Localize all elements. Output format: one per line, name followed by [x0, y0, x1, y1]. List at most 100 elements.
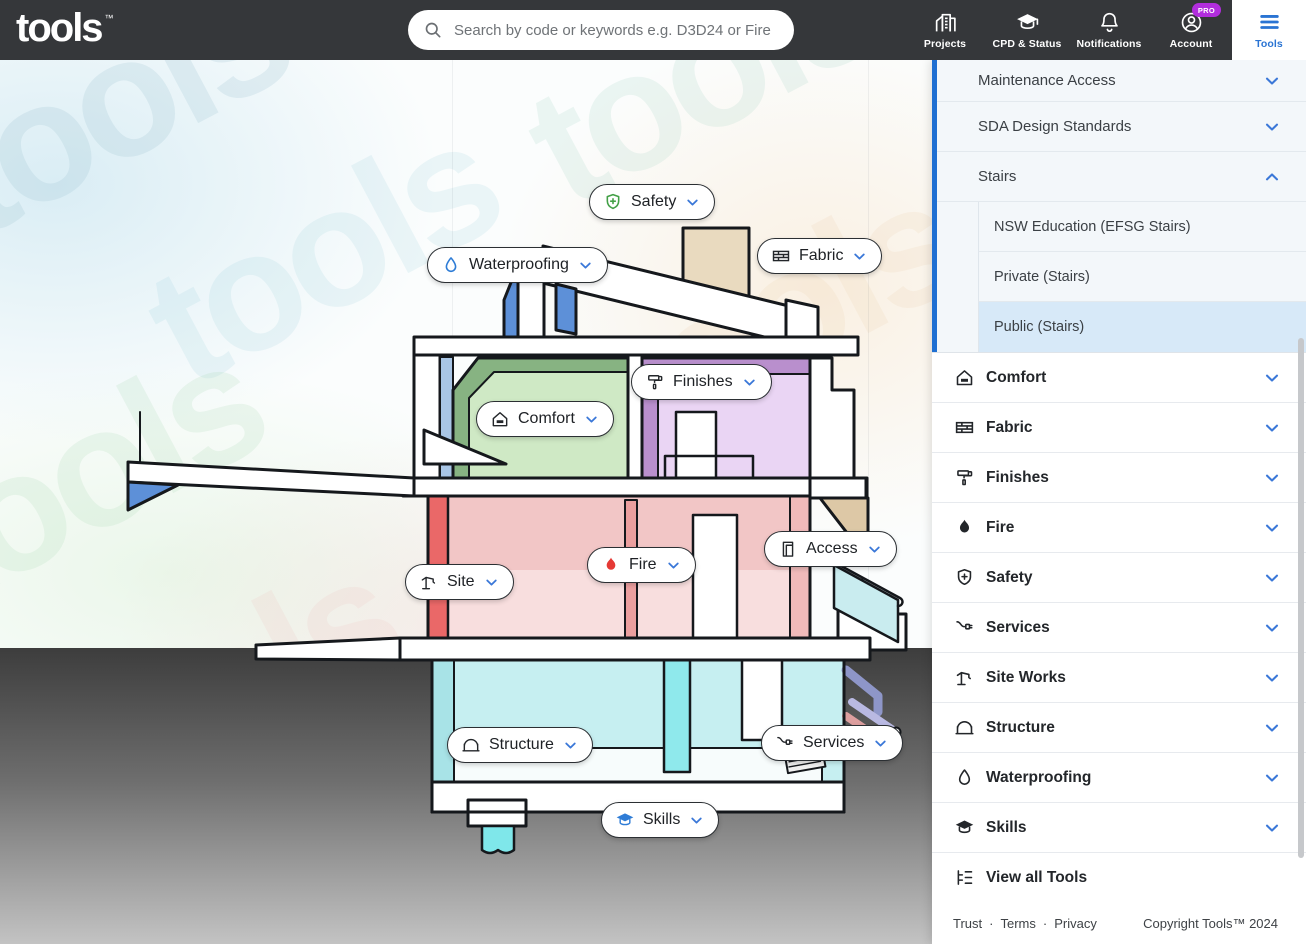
- droplet-icon: [958, 769, 971, 785]
- sidebar-item-services[interactable]: Services: [932, 603, 1306, 653]
- sidebar-item-stairs[interactable]: Stairs: [932, 152, 1306, 202]
- pro-badge: PRO: [1191, 3, 1221, 17]
- sidebar-item-structure[interactable]: Structure: [932, 703, 1306, 753]
- flame-icon: [606, 557, 616, 570]
- plug-icon: [956, 621, 973, 630]
- chevron-down-icon: [1265, 374, 1279, 382]
- map-pill-access[interactable]: Access: [764, 531, 897, 567]
- map-pill-access-label: Access: [806, 540, 858, 557]
- footer-copyright: Copyright Tools™ 2024: [1143, 915, 1278, 931]
- droplet-icon: [445, 257, 457, 273]
- nav-tools[interactable]: Tools: [1232, 0, 1306, 60]
- map-pill-comfort-label: Comfort: [518, 410, 575, 427]
- map-pill-services-label: Services: [803, 734, 865, 751]
- sidebar-item-label: Maintenance Access: [978, 72, 1116, 89]
- sidebar-item-fire[interactable]: Fire: [932, 503, 1306, 553]
- paint-roller-icon: [648, 375, 663, 390]
- sidebar-expanded-group: Maintenance Access SDA Design Standards …: [932, 60, 1306, 353]
- footer-link-trust[interactable]: Trust: [953, 916, 982, 931]
- footer-links: Trust · Terms · Privacy: [953, 916, 1097, 931]
- chevron-down-icon: [580, 262, 591, 269]
- nav-account[interactable]: PRO Account: [1150, 0, 1232, 60]
- chevron-down-icon: [485, 579, 497, 586]
- map-pill-structure[interactable]: Structure: [447, 727, 593, 763]
- sidebar-item-skills[interactable]: Skills: [932, 803, 1306, 853]
- map-pill-safety[interactable]: Safety: [589, 184, 716, 220]
- chevron-down-icon: [1265, 624, 1279, 632]
- app-root: tools™ Projects CPD & Status Notificatio…: [0, 0, 1306, 944]
- map-pill-finishes[interactable]: Finishes: [631, 364, 772, 400]
- chevron-down-icon: [1265, 123, 1279, 131]
- chevron-up-icon: [1265, 172, 1279, 180]
- sidebar-subitem-public-stairs[interactable]: Public (Stairs): [978, 302, 1306, 352]
- logo-trademark: ™: [104, 13, 114, 23]
- search-input[interactable]: [452, 20, 779, 40]
- sidebar-item-label: Skills: [986, 818, 1027, 836]
- sidebar-scrollbar-thumb[interactable]: [1298, 338, 1304, 858]
- sidebar-item-maintenance-access[interactable]: Maintenance Access: [932, 60, 1306, 102]
- logo[interactable]: tools ™: [16, 8, 114, 48]
- crane-icon: [956, 671, 971, 686]
- door-icon: [782, 541, 794, 557]
- footer-link-privacy[interactable]: Privacy: [1054, 916, 1097, 931]
- map-pill-site[interactable]: Site: [405, 564, 514, 600]
- map-pill-safety-label: Safety: [631, 193, 677, 210]
- chevron-down-icon: [1265, 77, 1279, 85]
- nav-cpd-status[interactable]: CPD & Status: [986, 0, 1068, 60]
- sidebar-item-site-works[interactable]: Site Works: [932, 653, 1306, 703]
- sidebar-item-comfort[interactable]: Comfort: [932, 353, 1306, 403]
- bricks-icon: [955, 421, 974, 434]
- tree-list-icon: [957, 870, 973, 885]
- sidebar-item-fabric[interactable]: Fabric: [932, 403, 1306, 453]
- map-pill-waterproofing[interactable]: Waterproofing: [427, 247, 608, 283]
- sidebar-subitem-private-stairs[interactable]: Private (Stairs): [978, 252, 1306, 302]
- map-pill-services[interactable]: Services: [761, 725, 904, 761]
- search-icon: [425, 22, 441, 38]
- nav-notifications[interactable]: Notifications: [1068, 0, 1150, 60]
- sidebar-item-safety[interactable]: Safety: [932, 553, 1306, 603]
- bridge-icon: [955, 721, 974, 735]
- sidebar-item-label: Site Works: [986, 668, 1066, 686]
- nav-tools-label: Tools: [1255, 38, 1283, 50]
- sidebar-subitem-label: Public (Stairs): [994, 319, 1085, 335]
- chevron-down-icon: [691, 817, 703, 824]
- chevron-down-icon: [1265, 774, 1279, 782]
- sidebar-item-label: Comfort: [986, 368, 1047, 386]
- sidebar-subitem-nsw-education-efsg-stairs[interactable]: NSW Education (EFSG Stairs): [978, 202, 1306, 252]
- map-pill-site-label: Site: [447, 573, 475, 590]
- plug-icon: [777, 736, 793, 745]
- buildings-icon: [935, 13, 956, 32]
- sidebar-item-waterproofing[interactable]: Waterproofing: [932, 753, 1306, 803]
- sidebar-item-label: View all Tools: [986, 868, 1088, 886]
- nav-projects-label: Projects: [923, 38, 967, 50]
- sidebar-subitem-label: NSW Education (EFSG Stairs): [994, 218, 1191, 235]
- chevron-down-icon: [1265, 474, 1279, 482]
- sidebar-subitem-label: Private (Stairs): [994, 268, 1090, 285]
- footer-link-terms[interactable]: Terms: [1000, 916, 1035, 931]
- chevron-down-icon: [667, 562, 679, 569]
- chevron-down-icon: [868, 546, 880, 553]
- map-pill-fire[interactable]: Fire: [587, 547, 696, 583]
- bell-icon: [1100, 12, 1118, 32]
- sidebar-item-finishes[interactable]: Finishes: [932, 453, 1306, 503]
- sidebar-item-view-all-tools[interactable]: View all Tools: [932, 853, 1306, 903]
- sidebar-item-sda-design-standards[interactable]: SDA Design Standards: [932, 102, 1306, 152]
- sidebar-item-label: Stairs: [978, 168, 1017, 185]
- shield-plus-icon: [957, 569, 972, 586]
- chevron-down-icon: [586, 416, 597, 423]
- chevron-down-icon: [743, 379, 755, 386]
- map-pill-comfort[interactable]: Comfort: [476, 401, 614, 437]
- search-bar[interactable]: [408, 10, 794, 50]
- sidebar-item-label: Waterproofing: [986, 768, 1092, 786]
- nav-notifications-label: Notifications: [1076, 38, 1142, 50]
- nav-cpd-status-label: CPD & Status: [992, 38, 1062, 50]
- map-pill-fabric[interactable]: Fabric: [757, 238, 883, 274]
- map-pill-structure-label: Structure: [489, 736, 554, 753]
- map-pill-fabric-label: Fabric: [799, 247, 844, 264]
- paint-roller-icon: [957, 470, 973, 486]
- chevron-down-icon: [1265, 674, 1279, 682]
- chevron-down-icon: [565, 742, 576, 749]
- bricks-icon: [772, 250, 790, 262]
- map-pill-skills[interactable]: Skills: [601, 802, 720, 838]
- nav-projects[interactable]: Projects: [904, 0, 986, 60]
